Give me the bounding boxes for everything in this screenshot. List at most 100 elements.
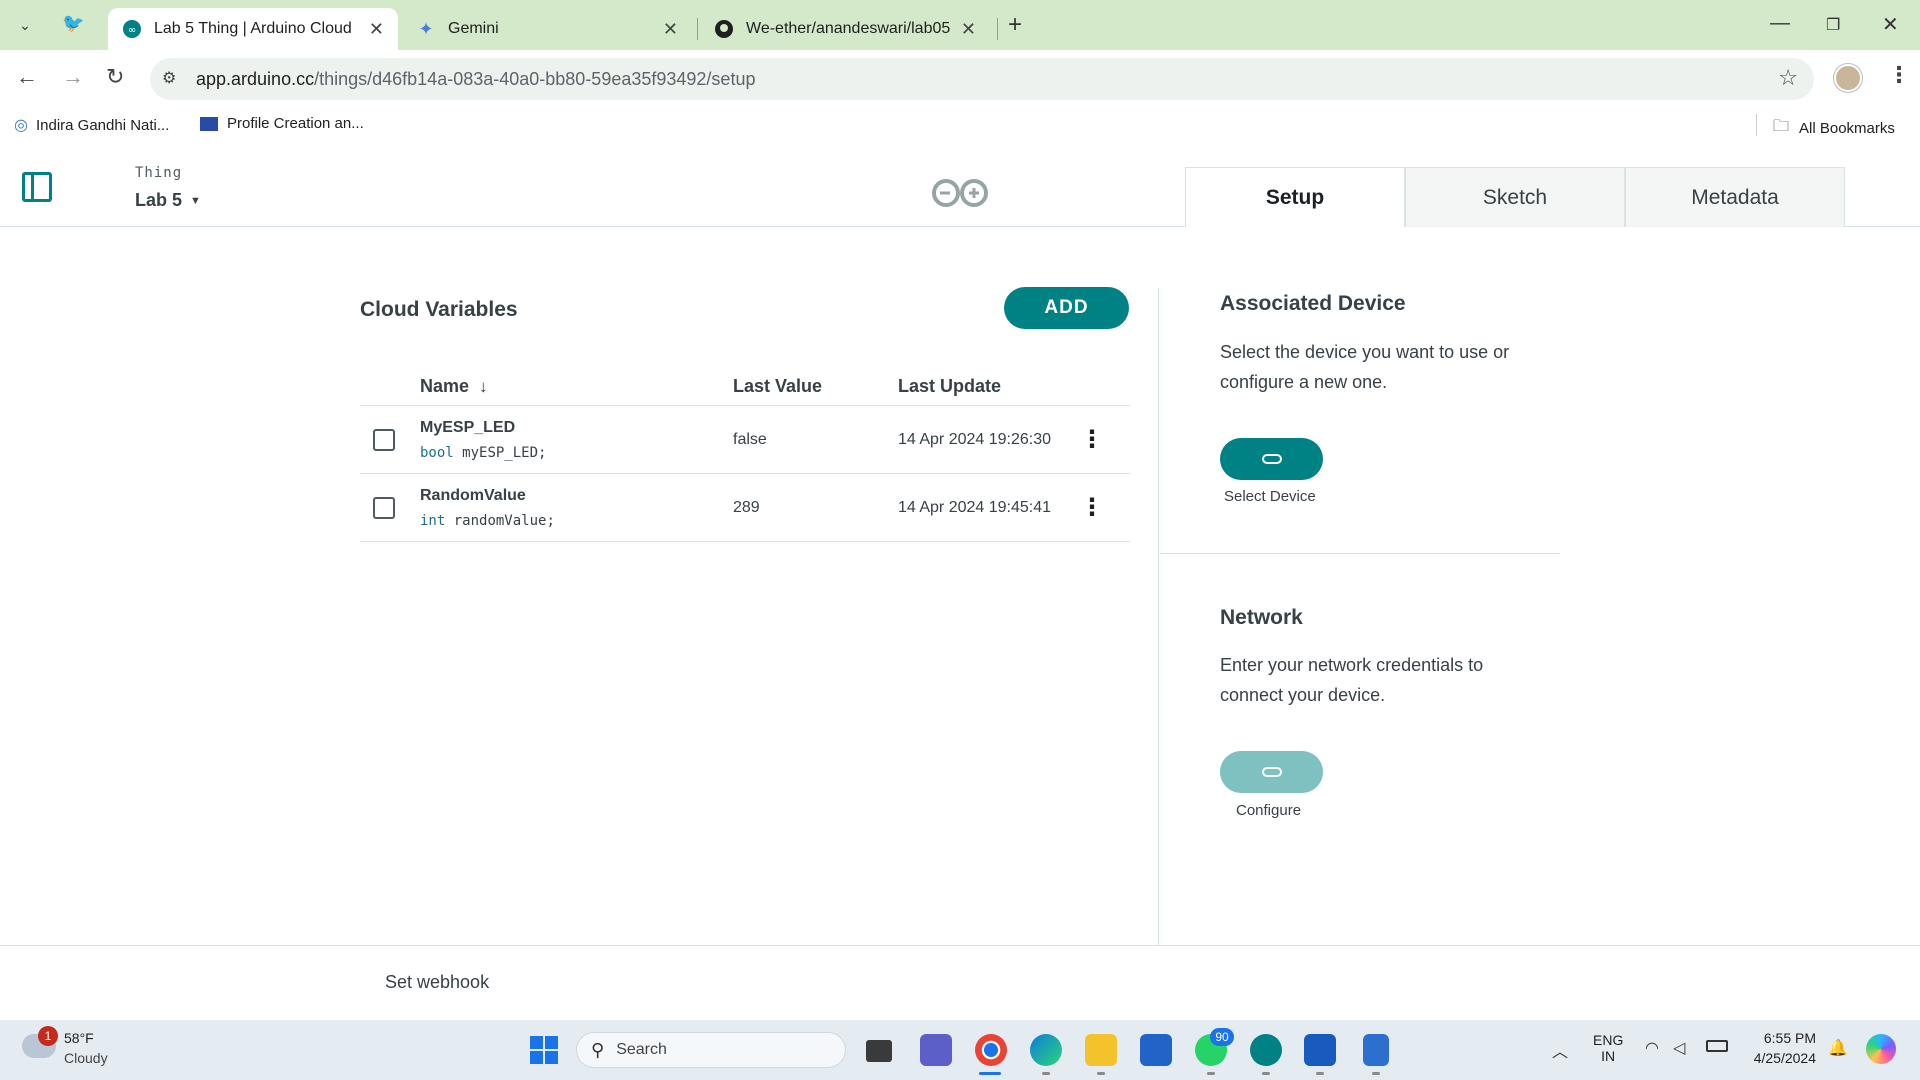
- browser-tab-strip: ⌄ 🐦 ∞ Lab 5 Thing | Arduino Cloud ✕ ✦ Ge…: [0, 0, 1920, 50]
- wifi-icon[interactable]: ◠: [1645, 1038, 1659, 1058]
- running-indicator: [1262, 1072, 1270, 1075]
- variable-last-update: 14 Apr 2024 19:45:41: [898, 499, 1052, 516]
- notification-bell-icon[interactable]: 🔔: [1828, 1038, 1848, 1058]
- thing-name-dropdown[interactable]: Lab 5 ▼: [135, 190, 201, 211]
- tab-separator: [697, 18, 698, 40]
- language-indicator[interactable]: ENG IN: [1593, 1032, 1623, 1064]
- profile-avatar[interactable]: [1834, 64, 1862, 92]
- panel-divider: [1158, 288, 1159, 945]
- edge-icon[interactable]: [1030, 1034, 1062, 1066]
- menu-icon[interactable]: ⋮: [1888, 62, 1910, 88]
- site-info-icon[interactable]: ⚙: [162, 68, 176, 88]
- sidebar-toggle-icon[interactable]: [22, 172, 52, 202]
- github-icon: [714, 19, 734, 39]
- url-text: app.arduino.cc/things/d46fb14a-083a-40a0…: [196, 69, 756, 89]
- clock-time[interactable]: 6:55 PM: [1756, 1030, 1816, 1046]
- weather-temp: 58°F: [64, 1030, 94, 1046]
- tab-arduino[interactable]: ∞ Lab 5 Thing | Arduino Cloud ✕: [108, 8, 398, 50]
- folder-icon: 🗀: [1773, 118, 1790, 135]
- bookmark-star-icon[interactable]: ☆: [1778, 65, 1798, 91]
- taskbar-search[interactable]: ⚲ Search: [576, 1032, 846, 1068]
- restore-icon[interactable]: ❐: [1826, 15, 1840, 35]
- tab-metadata[interactable]: Metadata: [1625, 167, 1845, 227]
- volume-icon[interactable]: ◁: [1673, 1038, 1685, 1058]
- notepad-icon[interactable]: [1363, 1034, 1389, 1066]
- row-more-icon[interactable]: ⋮: [1080, 493, 1104, 522]
- variable-declaration: bool myESP_LED;: [420, 445, 547, 461]
- back-icon[interactable]: ←: [16, 64, 38, 90]
- configure-network-button[interactable]: [1220, 751, 1323, 793]
- configure-label: Configure: [1236, 802, 1302, 819]
- clock-date[interactable]: 4/25/2024: [1744, 1050, 1816, 1066]
- chrome-icon[interactable]: [975, 1034, 1007, 1066]
- minimize-icon[interactable]: —: [1770, 12, 1790, 35]
- network-title: Network: [1220, 606, 1303, 629]
- tab-gemini[interactable]: ✦ Gemini ✕: [402, 8, 692, 50]
- running-indicator: [1372, 1072, 1380, 1075]
- caret-down-icon: ▼: [190, 194, 201, 207]
- tab-setup[interactable]: Setup: [1185, 167, 1405, 227]
- row-checkbox[interactable]: [373, 429, 395, 451]
- link-icon: [1261, 454, 1282, 464]
- cloud-variables-title: Cloud Variables: [360, 298, 518, 321]
- window-close-icon[interactable]: ✕: [1882, 12, 1899, 37]
- table-row[interactable]: MyESP_LED bool myESP_LED; false 14 Apr 2…: [360, 407, 1130, 474]
- profile-bookmark-icon: [200, 116, 218, 131]
- row-checkbox[interactable]: [373, 497, 395, 519]
- tab-sketch[interactable]: Sketch: [1405, 167, 1625, 227]
- set-webhook-link[interactable]: Set webhook: [385, 972, 489, 993]
- close-icon[interactable]: ✕: [369, 19, 384, 40]
- associated-device-description: Select the device you want to use or con…: [1220, 342, 1510, 392]
- tab-separator: [997, 18, 998, 40]
- add-variable-button[interactable]: ADD: [1004, 287, 1129, 329]
- arduino-favicon-icon: ∞: [122, 19, 142, 39]
- column-name[interactable]: Name ↓: [420, 376, 488, 397]
- globe-icon: ◎: [14, 117, 28, 134]
- column-last-value: Last Value: [733, 376, 823, 396]
- tab-github[interactable]: We-ether/anandeswari/lab05 ✕: [700, 8, 990, 50]
- link-icon: [1261, 767, 1282, 777]
- tab-title: Gemini: [448, 20, 499, 37]
- sort-down-icon: ↓: [479, 376, 488, 396]
- tab-search-icon[interactable]: ⌄: [12, 12, 38, 38]
- windows-start-icon[interactable]: [530, 1036, 558, 1064]
- table-header: Name ↓ Last Value Last Update: [360, 366, 1130, 406]
- address-bar[interactable]: ⚙ app.arduino.cc/things/d46fb14a-083a-40…: [150, 58, 1814, 100]
- variable-value: false: [733, 431, 767, 448]
- section-divider: [1160, 553, 1560, 554]
- table-row[interactable]: RandomValue int randomValue; 289 14 Apr …: [360, 475, 1130, 542]
- chevron-up-icon[interactable]: ︿: [1552, 1038, 1568, 1062]
- close-icon[interactable]: ✕: [961, 19, 976, 40]
- all-bookmarks[interactable]: 🗀 All Bookmarks: [1773, 115, 1895, 142]
- bookmark-item[interactable]: ◎ Indira Gandhi Nati...: [14, 115, 169, 135]
- running-indicator: [1042, 1072, 1050, 1075]
- close-icon[interactable]: ✕: [663, 19, 678, 40]
- extension-icon[interactable]: 🐦: [62, 13, 84, 34]
- select-device-button[interactable]: [1220, 438, 1323, 480]
- bookmark-item[interactable]: Profile Creation an...: [200, 115, 364, 132]
- word-icon[interactable]: [1304, 1034, 1336, 1066]
- new-tab-icon[interactable]: +: [1008, 11, 1022, 39]
- variable-value: 289: [733, 499, 760, 516]
- running-indicator: [1097, 1072, 1105, 1075]
- reload-icon[interactable]: ↻: [106, 64, 124, 90]
- footer-bar: Set webhook: [0, 945, 1920, 1020]
- active-indicator: [979, 1072, 1001, 1075]
- windows-taskbar: 1 58°F Cloudy ⚲ Search 90 ︿ ENG IN ◠ ◁ 6…: [0, 1020, 1920, 1080]
- file-explorer-icon[interactable]: [1085, 1034, 1117, 1066]
- arduino-app-icon[interactable]: [1250, 1034, 1282, 1066]
- forward-icon[interactable]: →: [62, 64, 84, 90]
- thing-label: Thing: [135, 165, 183, 181]
- tab-title: Lab 5 Thing | Arduino Cloud: [154, 20, 352, 37]
- network-description: Enter your network credentials to connec…: [1220, 655, 1484, 705]
- teams-icon[interactable]: [920, 1034, 952, 1066]
- running-indicator: [1316, 1072, 1324, 1075]
- copilot-icon[interactable]: [1866, 1034, 1896, 1064]
- running-indicator: [1207, 1072, 1215, 1075]
- app-header: Thing Lab 5 ▼ Setup Sketch Metadata: [0, 142, 1920, 227]
- row-more-icon[interactable]: ⋮: [1080, 425, 1104, 454]
- battery-icon[interactable]: [1706, 1040, 1728, 1052]
- task-view-icon[interactable]: [866, 1040, 892, 1062]
- divider: [1756, 114, 1757, 136]
- store-icon[interactable]: [1140, 1034, 1172, 1066]
